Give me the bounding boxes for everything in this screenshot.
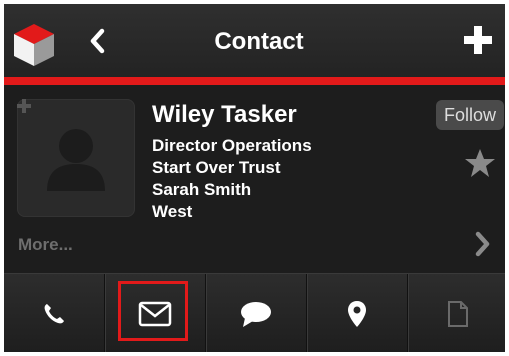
notes-button[interactable] (408, 274, 505, 352)
avatar[interactable] (17, 99, 135, 217)
contact-details: Wiley Tasker Director Operations Start O… (4, 85, 505, 273)
email-highlight-outline (118, 281, 188, 341)
contact-name: Wiley Tasker (152, 101, 297, 128)
contact-region: West (152, 202, 193, 221)
document-icon (448, 300, 468, 327)
location-pin-icon (348, 300, 366, 327)
follow-button[interactable]: Follow (436, 100, 504, 130)
action-bar (4, 273, 505, 352)
back-button[interactable] (84, 24, 110, 58)
page-title: Contact (214, 28, 304, 55)
accent-divider (4, 77, 505, 85)
add-button[interactable] (464, 26, 492, 54)
cube-logo-icon[interactable] (12, 20, 56, 68)
map-button[interactable] (307, 274, 408, 352)
message-button[interactable] (206, 274, 307, 352)
phone-icon (44, 303, 64, 323)
more-link[interactable]: More... (18, 235, 73, 255)
call-button[interactable] (4, 274, 105, 352)
header-bar: Contact (4, 4, 505, 78)
contact-title: Director Operations (152, 136, 312, 155)
star-icon[interactable] (464, 148, 496, 178)
chevron-left-icon (90, 28, 105, 54)
add-photo-icon (17, 99, 31, 113)
chat-icon (241, 301, 271, 327)
contact-company[interactable]: Start Over Trust (152, 157, 281, 179)
chevron-right-icon[interactable] (474, 231, 492, 257)
person-placeholder-icon (47, 129, 105, 191)
contact-owner[interactable]: Sarah Smith (152, 179, 251, 201)
contact-screen: Contact Wiley Tasker Director Operations… (4, 4, 505, 352)
